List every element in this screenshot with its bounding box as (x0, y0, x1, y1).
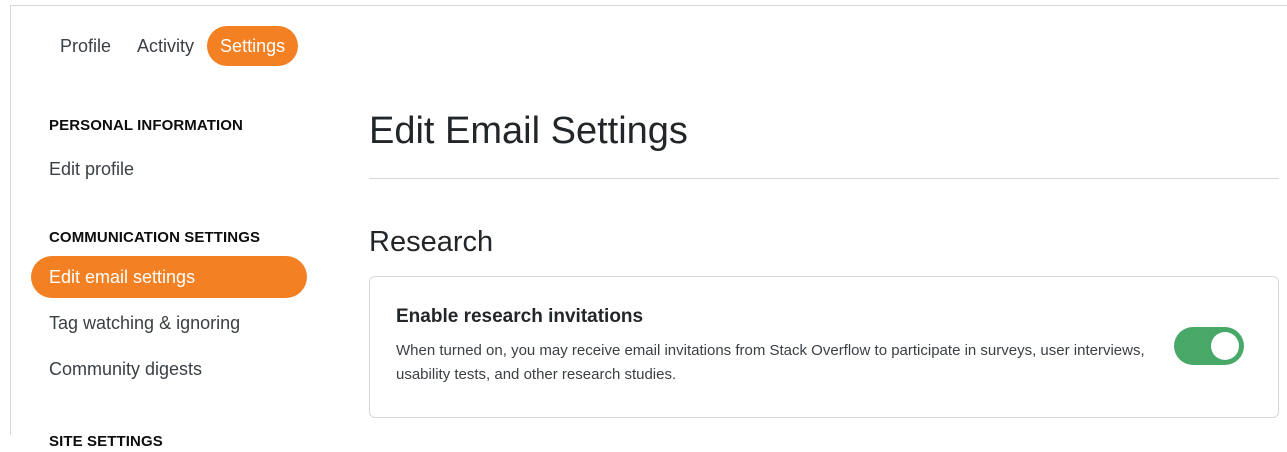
sidebar-heading-personal-information: PERSONAL INFORMATION (49, 117, 243, 134)
sidebar-item-edit-profile[interactable]: Edit profile (31, 148, 307, 190)
research-invitations-description: When turned on, you may receive email in… (396, 342, 1145, 383)
tab-activity[interactable]: Activity (124, 26, 207, 66)
sidebar-item-tag-watching[interactable]: Tag watching & ignoring (31, 302, 307, 344)
profile-tabs: Profile Activity Settings (47, 26, 299, 66)
sidebar-item-community-digests[interactable]: Community digests (31, 348, 307, 390)
section-title-research: Research (369, 226, 494, 258)
title-divider (369, 178, 1279, 179)
tab-profile[interactable]: Profile (47, 26, 124, 66)
research-invitations-card: Enable research invitations When turned … (369, 276, 1279, 418)
research-invitations-title: Enable research invitations (396, 306, 644, 327)
research-invitations-toggle[interactable] (1174, 327, 1244, 365)
toggle-knob (1211, 332, 1239, 360)
sidebar-heading-communication-settings: COMMUNICATION SETTINGS (49, 229, 261, 246)
sidebar-heading-site-settings: SITE SETTINGS (49, 433, 163, 450)
settings-page: Profile Activity Settings PERSONAL INFOR… (10, 5, 1287, 450)
page-title: Edit Email Settings (369, 110, 688, 152)
tab-settings[interactable]: Settings (207, 26, 299, 66)
sidebar-item-edit-email-settings[interactable]: Edit email settings (31, 256, 307, 298)
